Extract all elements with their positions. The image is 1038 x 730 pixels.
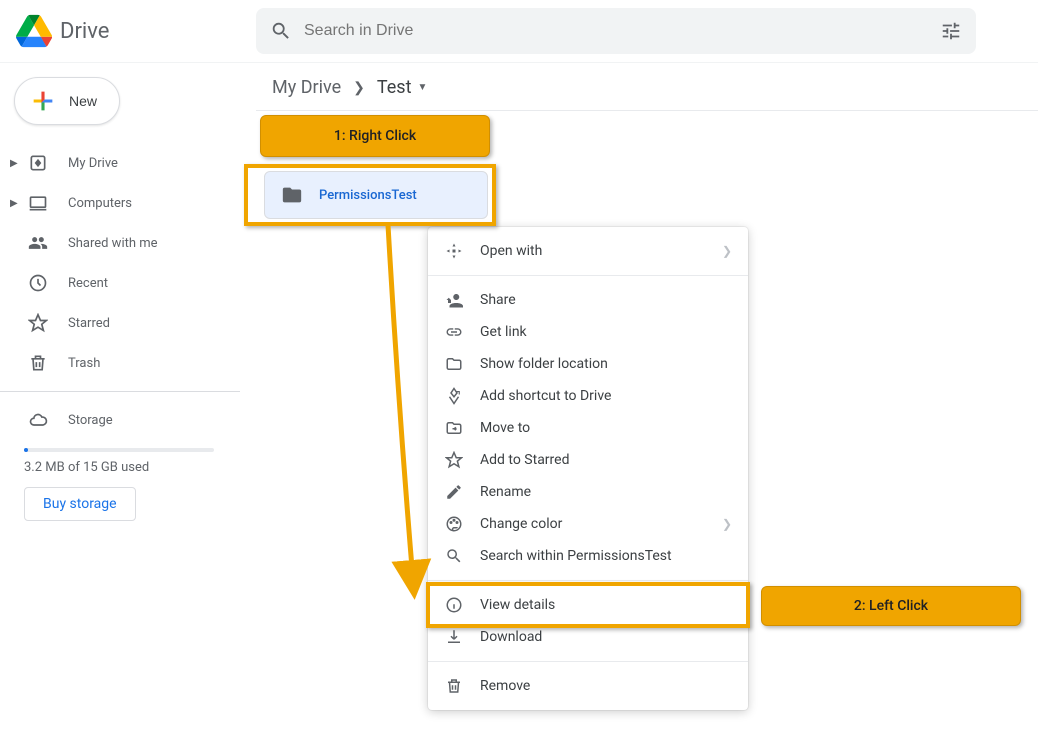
search-input[interactable] (304, 22, 940, 40)
new-button[interactable]: New (14, 77, 120, 125)
storage-bar (24, 448, 214, 452)
app-name: Drive (60, 19, 109, 44)
recent-icon (26, 273, 50, 293)
logo-wrap[interactable]: Drive (16, 13, 256, 49)
menu-view-details[interactable]: View details (428, 589, 748, 621)
shortcut-icon (444, 387, 464, 405)
search-bar[interactable] (256, 8, 976, 54)
menu-label: Show folder location (480, 356, 608, 372)
folder-icon (444, 355, 464, 373)
move-icon (444, 419, 464, 437)
storage-text: 3.2 MB of 15 GB used (24, 460, 240, 475)
divider (0, 391, 240, 392)
trash-icon (26, 353, 50, 373)
menu-label: Download (480, 629, 542, 645)
cloud-icon (26, 410, 50, 430)
chevron-down-icon: ▼ (417, 82, 427, 93)
star-icon (26, 313, 50, 333)
download-icon (444, 628, 464, 646)
menu-label: Change color (480, 516, 562, 532)
sidebar-item-my-drive[interactable]: ▶ My Drive (0, 143, 240, 183)
expand-icon: ▶ (10, 158, 22, 169)
menu-change-color[interactable]: Change color ❯ (428, 508, 748, 540)
breadcrumb-current-label: Test (377, 77, 412, 98)
sidebar-item-shared[interactable]: Shared with me (0, 223, 240, 263)
menu-label: Rename (480, 484, 531, 500)
shared-icon (26, 233, 50, 253)
menu-divider (428, 580, 748, 581)
annotation-step1: 1: Right Click (260, 115, 490, 157)
menu-label: Open with (480, 243, 542, 259)
menu-label: Search within PermissionsTest (480, 548, 672, 564)
menu-download[interactable]: Download (428, 621, 748, 653)
computers-icon (26, 193, 50, 213)
menu-label: Add to Starred (480, 452, 569, 468)
menu-label: View details (480, 597, 555, 613)
sidebar: New ▶ My Drive ▶ Computers Shared with m… (0, 63, 240, 521)
menu-label: Move to (480, 420, 530, 436)
sidebar-item-computers[interactable]: ▶ Computers (0, 183, 240, 223)
sidebar-item-recent[interactable]: Recent (0, 263, 240, 303)
nav-label: Storage (68, 413, 113, 428)
menu-divider (428, 275, 748, 276)
sidebar-item-storage[interactable]: Storage (0, 400, 240, 440)
link-icon (444, 323, 464, 341)
rename-icon (444, 483, 464, 501)
open-with-icon (444, 242, 464, 260)
menu-move-to[interactable]: Move to (428, 412, 748, 444)
folder-icon (281, 184, 303, 206)
sidebar-item-trash[interactable]: Trash (0, 343, 240, 383)
menu-add-starred[interactable]: Add to Starred (428, 444, 748, 476)
chevron-right-icon: ❯ (722, 517, 732, 531)
nav-label: Computers (68, 196, 132, 211)
palette-icon (444, 515, 464, 533)
sidebar-item-starred[interactable]: Starred (0, 303, 240, 343)
nav-label: Trash (68, 356, 100, 371)
tune-icon[interactable] (940, 20, 962, 42)
menu-share[interactable]: Share (428, 284, 748, 316)
menu-rename[interactable]: Rename (428, 476, 748, 508)
star-icon (444, 451, 464, 469)
breadcrumb-current[interactable]: Test ▼ (377, 77, 428, 98)
chevron-right-icon: ❯ (722, 244, 732, 258)
menu-search-within[interactable]: Search within PermissionsTest (428, 540, 748, 572)
nav-label: Recent (68, 276, 108, 291)
menu-get-link[interactable]: Get link (428, 316, 748, 348)
menu-label: Remove (480, 678, 530, 694)
nav-label: My Drive (68, 156, 118, 171)
menu-divider (428, 661, 748, 662)
folder-name: PermissionsTest (319, 188, 417, 203)
search-icon (444, 547, 464, 565)
main: My Drive ❯ Test ▼ PermissionsTest (256, 63, 1038, 111)
expand-icon: ▶ (10, 198, 22, 209)
menu-label: Add shortcut to Drive (480, 388, 611, 404)
info-icon (444, 596, 464, 614)
context-menu: Open with ❯ Share Get link Show folder l… (428, 227, 748, 710)
trash-icon (444, 677, 464, 695)
plus-icon (29, 87, 57, 115)
menu-label: Share (480, 292, 516, 308)
breadcrumb: My Drive ❯ Test ▼ (256, 77, 1038, 111)
buy-storage-button[interactable]: Buy storage (24, 487, 136, 521)
search-icon (270, 20, 292, 42)
annotation-step2: 2: Left Click (761, 586, 1021, 626)
menu-show-location[interactable]: Show folder location (428, 348, 748, 380)
header: Drive (0, 0, 1038, 63)
drive-logo-icon (16, 13, 52, 49)
menu-remove[interactable]: Remove (428, 670, 748, 702)
menu-open-with[interactable]: Open with ❯ (428, 235, 748, 267)
new-button-label: New (69, 93, 97, 109)
nav-label: Starred (68, 316, 110, 331)
breadcrumb-root[interactable]: My Drive (272, 77, 341, 98)
share-icon (444, 291, 464, 309)
nav-label: Shared with me (68, 236, 158, 251)
menu-label: Get link (480, 324, 527, 340)
nav-list: ▶ My Drive ▶ Computers Shared with me (0, 143, 240, 521)
my-drive-icon (26, 153, 50, 173)
chevron-right-icon: ❯ (353, 80, 365, 96)
menu-add-shortcut[interactable]: Add shortcut to Drive (428, 380, 748, 412)
folder-permissions-test[interactable]: PermissionsTest (264, 171, 488, 219)
